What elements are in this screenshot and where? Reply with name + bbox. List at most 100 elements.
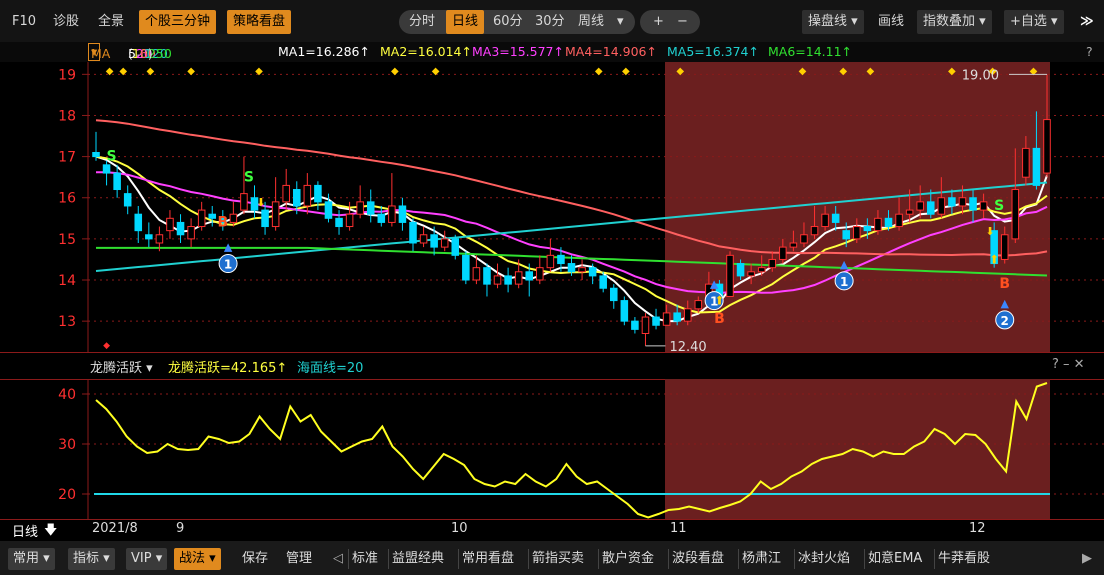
y-tick-label: 14 bbox=[58, 273, 76, 289]
indicator-tab[interactable]: 常用看盘 bbox=[462, 548, 514, 570]
down-arrow-icon[interactable]: 🡇 bbox=[44, 521, 57, 543]
diamond-marker: ◆ bbox=[948, 66, 956, 77]
indicator-tab[interactable]: 杨肃江 bbox=[742, 548, 781, 570]
strategy-button[interactable]: 策略看盘 bbox=[227, 10, 292, 34]
high-label: 19.00 bbox=[962, 68, 999, 83]
arrow-down-icon: ⬇ bbox=[985, 225, 994, 238]
tab-daily[interactable]: 日线 bbox=[446, 10, 485, 34]
tab-separator bbox=[348, 549, 349, 569]
tab-timeshare[interactable]: 分时 bbox=[409, 10, 435, 34]
draw-line-button[interactable]: 画线 bbox=[878, 10, 904, 34]
tab-30min[interactable]: 30分 bbox=[535, 10, 565, 34]
y-tick-label: 16 bbox=[58, 191, 76, 207]
tab-separator bbox=[598, 549, 599, 569]
candle-body bbox=[282, 184, 290, 203]
candle-body bbox=[673, 312, 681, 322]
tactic-menu[interactable]: 战法 ▾ bbox=[174, 548, 221, 570]
candle-body bbox=[176, 221, 185, 236]
candle-body bbox=[768, 258, 777, 269]
candle-body bbox=[409, 221, 417, 244]
indicator-tab[interactable]: 散户资金 bbox=[602, 548, 654, 570]
oscillator-chart[interactable]: 40 30 20 bbox=[0, 379, 1104, 519]
candle-body bbox=[240, 193, 248, 211]
three-minute-button[interactable]: 个股三分钟 bbox=[139, 10, 217, 34]
candle-body bbox=[504, 275, 512, 285]
candle-body bbox=[398, 205, 407, 223]
candle-body bbox=[736, 263, 745, 277]
tab-separator bbox=[794, 549, 795, 569]
candle-body bbox=[1011, 189, 1020, 240]
save-button[interactable]: 保存 bbox=[242, 548, 268, 570]
operate-line-button[interactable]: 操盘线 ▾ bbox=[802, 10, 864, 34]
candle-body bbox=[145, 234, 153, 240]
buy-signal: B bbox=[999, 276, 1010, 292]
index-overlay-button[interactable]: 指数叠加 ▾ bbox=[917, 10, 992, 34]
candle-body bbox=[853, 226, 861, 240]
common-menu[interactable]: 常用 ▾ bbox=[8, 548, 55, 570]
overview-button[interactable]: 全景 bbox=[98, 10, 124, 34]
candle-body bbox=[335, 217, 343, 228]
scroll-right-button[interactable]: ▶ bbox=[1082, 548, 1092, 570]
candle-body bbox=[1032, 147, 1041, 186]
indicator-menu[interactable]: 指标 ▾ bbox=[68, 548, 115, 570]
price-chart[interactable]: 19181716151413 ◆ ◆ ◆ ◆ ◆ ◆ ◆ ◆ ◆ ◆ ◆ ◆ ◆ ◆ ◆ ◆◆SBSBSB▲1… bbox=[0, 62, 1104, 352]
indicator-tab[interactable]: 冰封火焰 bbox=[798, 548, 850, 570]
vip-label: VIP bbox=[131, 551, 152, 566]
candle-body bbox=[979, 201, 988, 211]
candle-body bbox=[377, 213, 386, 223]
candle-body bbox=[356, 201, 364, 215]
y-tick-label: 13 bbox=[58, 314, 76, 330]
candle-body bbox=[430, 234, 438, 248]
triangle-up-icon: ▲ bbox=[1000, 297, 1009, 310]
osc-y-tick-label: 30 bbox=[58, 437, 76, 453]
y-tick-labels: 19 18 17 16 15 14 13 bbox=[58, 67, 76, 330]
help-icon[interactable]: ? bbox=[1086, 44, 1093, 59]
ma-params: (5, 10, 20, 60, 120, 250) bbox=[128, 44, 172, 61]
date-tick-1: 9 bbox=[176, 521, 185, 536]
ma-selector[interactable]: MA ▾ bbox=[88, 43, 110, 61]
indicator-tab[interactable]: 波段看盘 bbox=[672, 548, 724, 570]
candle-body bbox=[789, 242, 798, 248]
triangle-up-icon: ▲ bbox=[840, 258, 849, 271]
zoom-out-button[interactable]: − bbox=[677, 10, 688, 34]
tab-weekly[interactable]: 周线 bbox=[578, 10, 604, 34]
candle-body bbox=[208, 213, 217, 219]
candle-body bbox=[451, 238, 460, 256]
candle-body bbox=[831, 213, 840, 223]
chevron-down-icon[interactable]: ▾ bbox=[617, 10, 624, 34]
osc-y-tick-label: 40 bbox=[58, 387, 76, 403]
indicator-tab[interactable]: 标准 bbox=[352, 548, 378, 570]
indicator-tab[interactable]: 如意EMA bbox=[868, 548, 922, 570]
scroll-left-button[interactable]: ◁ bbox=[333, 548, 343, 570]
date-tick-3: 11 bbox=[670, 521, 687, 536]
diamond-marker: ◆ bbox=[622, 66, 630, 77]
ma4-value: MA4=14.906↑ bbox=[565, 44, 657, 59]
y-tick-label: 17 bbox=[58, 150, 76, 166]
date-tick-0: 2021/8 bbox=[92, 521, 138, 536]
f10-button[interactable]: F10 bbox=[12, 10, 36, 34]
candle-body bbox=[969, 197, 977, 211]
indicator-tab[interactable]: 牛莽看股 bbox=[938, 548, 990, 570]
diamond-marker: ◆ bbox=[676, 66, 684, 77]
candle-body bbox=[493, 275, 502, 285]
candle-body bbox=[694, 300, 703, 310]
vip-menu[interactable]: VIP ▾ bbox=[126, 548, 168, 570]
add-watchlist-button[interactable]: +自选 ▾ bbox=[1004, 10, 1064, 34]
buy-signal: B bbox=[714, 311, 725, 327]
diamond-marker: ◆ bbox=[432, 66, 440, 77]
candle-body bbox=[1022, 147, 1030, 178]
manage-button[interactable]: 管理 bbox=[286, 548, 312, 570]
signal-circle-label: 2 bbox=[1001, 314, 1009, 328]
candle-body bbox=[303, 184, 312, 207]
candle-body bbox=[462, 254, 470, 281]
diamond-marker: ◆ bbox=[255, 66, 263, 77]
zoom-in-button[interactable]: + bbox=[653, 10, 664, 34]
diagnosis-button[interactable]: 诊股 bbox=[53, 10, 79, 34]
diamond-marker: ◆ bbox=[391, 66, 399, 77]
indicator-tab[interactable]: 益盟经典 bbox=[392, 548, 444, 570]
indicator-tab[interactable]: 箭指买卖 bbox=[532, 548, 584, 570]
indicator-controls[interactable]: ? – ✕ bbox=[1052, 357, 1085, 372]
tab-60min[interactable]: 60分 bbox=[493, 10, 523, 34]
indicator-selector[interactable]: 龙腾活跃 ▾ bbox=[90, 357, 153, 376]
expand-icon[interactable]: ≫ bbox=[1080, 10, 1094, 34]
